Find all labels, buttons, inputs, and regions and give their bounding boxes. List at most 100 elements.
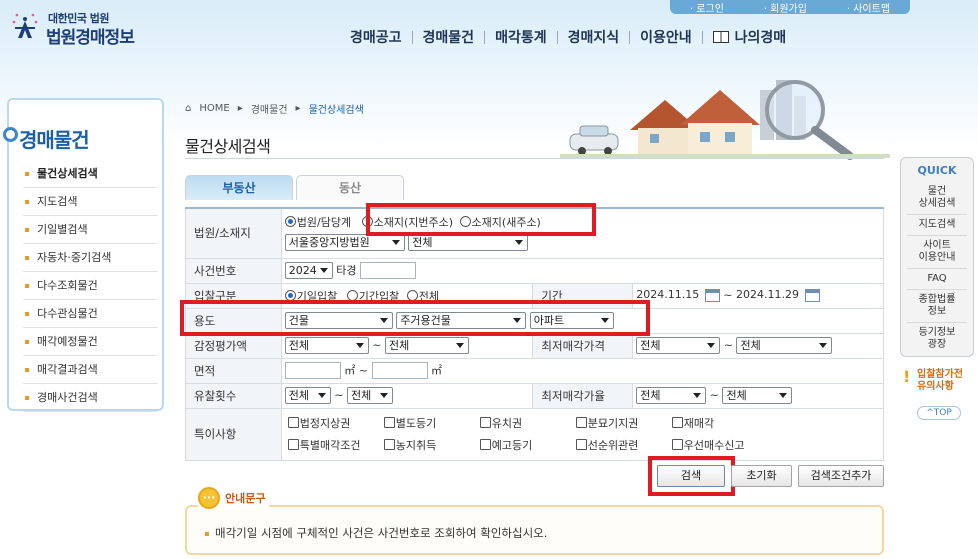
special-notes-grid: 법정지상권 별도등기 유치권 분묘기지권 재매각 특별매각조건 농지취득 예고등… — [285, 411, 880, 457]
sidebar-item-scheduled[interactable]: 매각예정물건 — [23, 328, 157, 356]
item-type-tabs: 부동산 동산 — [185, 175, 404, 200]
side-nav: 경매물건 물건상세검색 지도검색 기일별검색 자동차·중기검색 다수조회물건 다… — [3, 98, 164, 412]
checkbox-senior-rights[interactable]: 선순위관련 — [575, 437, 672, 453]
notice-title: 안내문구 — [225, 492, 266, 505]
checkbox — [671, 439, 683, 450]
tab-real-estate[interactable]: 부동산 — [185, 175, 293, 200]
checkbox-label: 별도등기 — [395, 417, 437, 430]
min-rate-cell: 전체 ~ 전체 — [632, 382, 884, 409]
range-separator: ~ — [358, 363, 369, 377]
tab-movable-property[interactable]: 동산 — [296, 175, 404, 200]
gnb-auction-items[interactable]: 경매물건 — [413, 27, 485, 47]
court-select[interactable]: 서울중앙지방법원 — [284, 234, 405, 252]
checkbox-label: 예고등기 — [491, 439, 533, 452]
add-condition-button[interactable]: 검색조건추가 — [798, 465, 884, 487]
radio-button — [406, 289, 418, 301]
checkbox-separate-registration[interactable]: 별도등기 — [383, 415, 480, 431]
chevron-right-icon: ▸ — [295, 103, 301, 114]
highlight-box-location-radios — [366, 203, 596, 236]
calendar-icon[interactable] — [804, 289, 820, 302]
fail-count-label: 유찰횟수 — [185, 382, 282, 409]
login-link[interactable]: · 로그인 — [690, 0, 724, 15]
gnb-auction-notice[interactable]: 경매공고 — [340, 27, 412, 47]
quick-item-legal-info[interactable]: 종합법률 정보 — [907, 290, 967, 323]
area-unit: ㎡ — [344, 363, 356, 377]
case-number-input[interactable] — [360, 262, 417, 280]
scroll-top-button[interactable]: ^TOP — [917, 406, 961, 420]
checkbox-grave-site-right[interactable]: 분묘기지권 — [575, 415, 672, 431]
sitemap-link[interactable]: · 사이트맵 — [847, 0, 890, 15]
checkbox-special-sale-conditions[interactable]: 특별매각조건 — [287, 437, 384, 453]
quick-item-map-search[interactable]: 지도검색 — [907, 215, 967, 236]
checkbox-legal-surface-right[interactable]: 법정지상권 — [287, 415, 384, 431]
checkbox — [287, 439, 299, 450]
checkbox-label: 농지취득 — [395, 439, 437, 452]
court-logo[interactable]: 대한민국 법원 법원경매정보 — [10, 6, 150, 48]
highlight-box-usage — [180, 300, 650, 336]
min-rate-from-select[interactable]: 전체 — [636, 387, 707, 404]
calendar-icon[interactable] — [705, 289, 721, 302]
sidebar-item-results[interactable]: 매각결과검색 — [23, 356, 157, 384]
checkbox — [479, 439, 491, 450]
global-nav: 경매공고 경매물건 매각통계 경매지식 이용안내 나의경매 — [340, 27, 796, 47]
min-price-to-select[interactable]: 전체 — [736, 337, 833, 354]
bid-caution-link[interactable]: ! 입찰참가전 유의사항 — [903, 369, 975, 395]
range-separator: ~ — [709, 388, 719, 402]
checkbox-label: 유치권 — [491, 417, 523, 430]
gnb-auction-knowledge[interactable]: 경매지식 — [558, 27, 630, 47]
min-price-from-select[interactable]: 전체 — [636, 337, 721, 354]
sidebar-item-detail-search[interactable]: 물건상세검색 — [23, 160, 157, 188]
division-select[interactable]: 전체 — [408, 234, 529, 252]
checkbox-advance-registration[interactable]: 예고등기 — [479, 437, 576, 453]
appraisal-cell: 전체 ~ 전체 — [280, 332, 534, 359]
gnb-sale-stats[interactable]: 매각통계 — [485, 27, 557, 47]
area-from-input[interactable] — [284, 362, 341, 380]
exclamation-icon: ! — [903, 367, 911, 386]
gnb-usage-guide[interactable]: 이용안내 — [630, 27, 702, 47]
quick-item-faq[interactable]: FAQ — [907, 269, 967, 290]
gnb-my-auction[interactable]: 나의경매 — [703, 27, 797, 47]
sidebar-item-most-watched[interactable]: 다수관심물건 — [23, 300, 157, 328]
quick-item-registry-info[interactable]: 등기정보 광장 — [907, 323, 967, 355]
quick-menu: QUICK 물건 상세검색 지도검색 사이트 이용안내 FAQ 종합법률 정보 … — [900, 157, 974, 357]
fail-to-select[interactable]: 전체 — [347, 387, 394, 404]
case-year-select[interactable]: 2024 — [284, 262, 333, 280]
radio-court[interactable]: 법원/담당계 — [284, 216, 351, 229]
checkbox-farmland-acquisition[interactable]: 농지취득 — [383, 437, 480, 453]
signup-link[interactable]: · 회원가입 — [764, 0, 807, 15]
quick-item-detail-search[interactable]: 물건 상세검색 — [907, 182, 967, 215]
checkbox-priority-purchase[interactable]: 우선매수신고 — [671, 437, 772, 453]
home-icon: ⌂ — [185, 103, 192, 114]
checkbox — [383, 439, 395, 450]
radio-button — [284, 289, 296, 301]
reset-button[interactable]: 초기화 — [731, 465, 792, 487]
breadcrumb-section[interactable]: 경매물건 — [251, 101, 288, 116]
checkbox — [671, 417, 683, 428]
sidebar-item-vehicle-search[interactable]: 자동차·중기검색 — [23, 244, 157, 272]
sidebar-item-date-search[interactable]: 기일별검색 — [23, 216, 157, 244]
checkbox-resale[interactable]: 재매각 — [671, 415, 772, 431]
checkbox-lien[interactable]: 유치권 — [479, 415, 576, 431]
sidebar-item-most-viewed[interactable]: 다수조회물건 — [23, 272, 157, 300]
range-separator: ~ — [372, 338, 382, 352]
fail-from-select[interactable]: 전체 — [284, 387, 331, 404]
sidebar-item-case-search[interactable]: 경매사건검색 — [23, 384, 157, 412]
quick-item-site-guide[interactable]: 사이트 이용안내 — [907, 236, 967, 269]
case-number-cell: 2024 타경 — [280, 257, 885, 284]
special-notes-cell: 법정지상권 별도등기 유치권 분묘기지권 재매각 특별매각조건 농지취득 예고등… — [280, 407, 885, 461]
range-separator: ~ — [723, 338, 733, 352]
breadcrumb-home[interactable]: HOME — [199, 103, 229, 114]
search-button[interactable]: 검색 — [657, 465, 725, 487]
area-unit: ㎡ — [431, 363, 443, 377]
min-rate-label: 최저매각가율 — [532, 382, 634, 409]
min-rate-to-select[interactable]: 전체 — [722, 387, 793, 404]
checkbox — [575, 439, 587, 450]
top-util-links: · 로그인 · 회원가입 · 사이트맵 — [670, 0, 910, 15]
radio-button — [284, 216, 296, 228]
appraisal-from-select[interactable]: 전체 — [284, 337, 369, 354]
area-to-input[interactable] — [371, 362, 428, 380]
appraisal-to-select[interactable]: 전체 — [385, 337, 470, 354]
title-divider — [185, 158, 884, 159]
date-to-input[interactable]: 2024.11.29 — [735, 287, 802, 304]
sidebar-item-map-search[interactable]: 지도검색 — [23, 188, 157, 216]
